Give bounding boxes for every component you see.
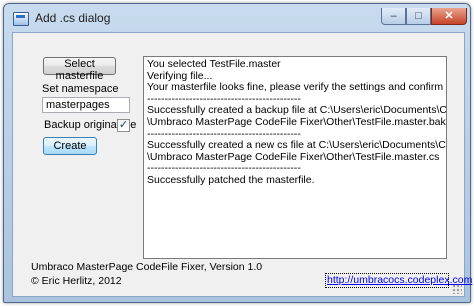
window-title: Add .cs dialog (35, 11, 111, 25)
minimize-button[interactable]: ‒ (381, 8, 406, 25)
log-line: You selected TestFile.master (147, 58, 281, 70)
log-output-textbox[interactable]: You selected TestFile.master Verifying f… (143, 56, 447, 259)
resize-grip[interactable] (452, 284, 462, 294)
backup-checkbox[interactable]: ✓ (117, 119, 130, 132)
website-link[interactable]: http://umbracocs.codeplex.com (327, 274, 472, 286)
close-button[interactable]: ✕ (431, 8, 467, 25)
log-line: Successfully patched the masterfile. (147, 173, 315, 186)
dialog-client-area: Select masterfile Set namespace Backup o… (12, 32, 472, 297)
copyright-text: © Eric Herlitz, 2012 (31, 275, 122, 287)
maximize-button[interactable]: □ (406, 8, 431, 25)
app-window-icon (13, 12, 29, 26)
namespace-label: Set namespace (42, 83, 119, 95)
select-masterfile-button[interactable]: Select masterfile (43, 57, 116, 82)
version-text: Umbraco MasterPage CodeFile Fixer, Versi… (31, 261, 263, 273)
log-line: \Umbraco MasterPage CodeFile Fixer\Other… (147, 115, 446, 128)
namespace-input[interactable] (42, 97, 130, 113)
create-button[interactable]: Create (43, 137, 97, 155)
title-bar[interactable]: Add .cs dialog ‒ □ ✕ (4, 4, 470, 32)
dialog-window: Add .cs dialog ‒ □ ✕ Select masterfile S… (3, 3, 472, 303)
log-line: Successfully created a new cs file at C:… (147, 139, 446, 152)
